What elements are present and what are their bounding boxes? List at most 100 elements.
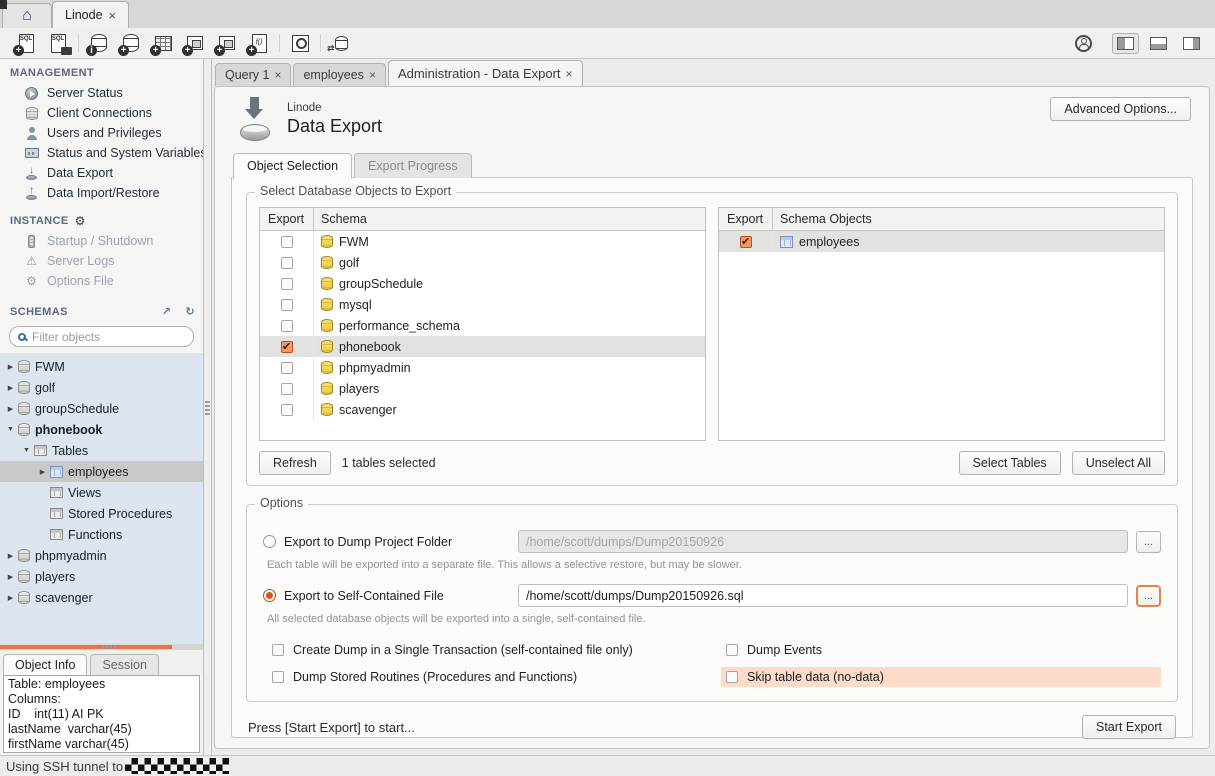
tree-item-golf[interactable]: ▶ golf: [0, 377, 203, 398]
chevron-down-icon[interactable]: ▼: [4, 426, 17, 433]
sidebar-item-client-connections[interactable]: Client Connections: [0, 103, 203, 123]
chevron-right-icon[interactable]: ▶: [4, 573, 17, 581]
advanced-options-button[interactable]: Advanced Options...: [1050, 97, 1191, 121]
table-row[interactable]: performance_schema: [260, 315, 705, 336]
export-checkbox[interactable]: [281, 236, 293, 248]
toggle-left-panel-icon[interactable]: [1112, 33, 1139, 54]
close-icon[interactable]: ×: [369, 68, 376, 82]
tab-administration-data-export[interactable]: Administration - Data Export ×: [388, 60, 583, 86]
sidebar-splitter[interactable]: [0, 644, 203, 650]
tree-item-groupschedule[interactable]: ▶ groupSchedule: [0, 398, 203, 419]
tree-item-phpmyadmin[interactable]: ▶ phpmyadmin: [0, 545, 203, 566]
inspect-database-icon[interactable]: i: [85, 30, 113, 56]
tab-query-1[interactable]: Query 1 ×: [215, 63, 291, 86]
table-row-employees[interactable]: employees: [719, 231, 1164, 252]
tree-item-scavenger[interactable]: ▶ scavenger: [0, 587, 203, 608]
refresh-button[interactable]: Refresh: [259, 451, 331, 475]
expand-panel-icon[interactable]: ↗: [162, 305, 172, 318]
table-row-phonebook[interactable]: phonebook: [260, 336, 705, 357]
filter-objects-input[interactable]: [32, 330, 187, 344]
tab-session[interactable]: Session: [90, 654, 158, 675]
checkbox[interactable]: [726, 644, 738, 656]
chevron-right-icon[interactable]: ▶: [4, 405, 17, 413]
close-icon[interactable]: ×: [109, 8, 117, 23]
sidebar-item-startup-shutdown[interactable]: Startup / Shutdown: [0, 231, 203, 251]
tab-export-progress[interactable]: Export Progress: [354, 153, 472, 178]
skip-table-data-checkbox-row[interactable]: Skip table data (no-data): [721, 667, 1161, 687]
create-function-icon[interactable]: f()+: [245, 30, 273, 56]
dump-stored-routines-checkbox-row[interactable]: Dump Stored Routines (Procedures and Fun…: [267, 667, 707, 687]
create-table-icon[interactable]: +: [149, 30, 177, 56]
tree-item-phonebook[interactable]: ▼ phonebook: [0, 419, 203, 440]
dump-events-checkbox-row[interactable]: Dump Events: [721, 640, 1161, 660]
refresh-schemas-icon[interactable]: ↻: [185, 305, 195, 318]
main-splitter[interactable]: [203, 59, 212, 755]
unselect-all-button[interactable]: Unselect All: [1072, 451, 1165, 475]
export-checkbox[interactable]: [281, 383, 293, 395]
sidebar-item-server-status[interactable]: Server Status: [0, 83, 203, 103]
sidebar-item-data-export[interactable]: ↓ Data Export: [0, 163, 203, 183]
sidebar-item-users-privileges[interactable]: Users and Privileges: [0, 123, 203, 143]
self-contained-path-input[interactable]: [518, 584, 1128, 607]
export-checkbox[interactable]: [740, 236, 752, 248]
chevron-right-icon[interactable]: ▶: [4, 594, 17, 602]
connection-tab-linode[interactable]: Linode ×: [52, 1, 129, 28]
export-checkbox[interactable]: [281, 320, 293, 332]
self-contained-radio[interactable]: [263, 589, 276, 602]
export-checkbox[interactable]: [281, 299, 293, 311]
export-checkbox[interactable]: [281, 257, 293, 269]
splitter-grip[interactable]: [102, 645, 116, 649]
tree-item-tables[interactable]: ▼ Tables: [0, 440, 203, 461]
open-sql-script-icon[interactable]: SQL: [44, 30, 72, 56]
chevron-right-icon[interactable]: ▶: [4, 384, 17, 392]
chevron-right-icon[interactable]: ▶: [4, 363, 17, 371]
create-view-icon[interactable]: +: [181, 30, 209, 56]
table-row[interactable]: golf: [260, 252, 705, 273]
sidebar-item-options-file[interactable]: ⚙ Options File: [0, 271, 203, 291]
sidebar-item-status-variables[interactable]: Status and System Variables: [0, 143, 203, 163]
start-export-button[interactable]: Start Export: [1082, 715, 1176, 739]
sidebar-item-server-logs[interactable]: ⚠ Server Logs: [0, 251, 203, 271]
checkbox[interactable]: [272, 671, 284, 683]
dump-folder-path-input[interactable]: [518, 530, 1128, 553]
tab-object-selection[interactable]: Object Selection: [233, 153, 352, 179]
home-tab[interactable]: ⌂: [2, 3, 52, 28]
select-tables-button[interactable]: Select Tables: [959, 451, 1061, 475]
dump-folder-radio[interactable]: [263, 535, 276, 548]
tab-object-info[interactable]: Object Info: [3, 654, 87, 675]
table-row[interactable]: mysql: [260, 294, 705, 315]
create-schema-icon[interactable]: +: [117, 30, 145, 56]
export-checkbox[interactable]: [281, 278, 293, 290]
new-sql-tab-icon[interactable]: SQL+: [12, 30, 40, 56]
export-checkbox[interactable]: [281, 362, 293, 374]
table-row[interactable]: FWM: [260, 231, 705, 252]
data-transfer-icon[interactable]: ⇄: [327, 30, 355, 56]
create-procedure-icon[interactable]: +: [213, 30, 241, 56]
export-checkbox[interactable]: [281, 341, 293, 353]
close-icon[interactable]: ×: [274, 68, 281, 82]
table-row[interactable]: groupSchedule: [260, 273, 705, 294]
toggle-bottom-panel-icon[interactable]: [1145, 33, 1172, 54]
checkbox[interactable]: [272, 644, 284, 656]
search-table-data-icon[interactable]: [286, 30, 314, 56]
chevron-right-icon[interactable]: ▶: [36, 468, 49, 476]
table-row[interactable]: scavenger: [260, 399, 705, 420]
tree-item-employees[interactable]: ▶ employees: [0, 461, 203, 482]
sidebar-item-data-import[interactable]: ↑ Data Import/Restore: [0, 183, 203, 203]
close-icon[interactable]: ×: [566, 67, 573, 81]
splitter-grip[interactable]: [205, 401, 210, 415]
export-checkbox[interactable]: [281, 404, 293, 416]
table-row[interactable]: players: [260, 378, 705, 399]
self-contained-browse-button[interactable]: ...: [1136, 585, 1161, 607]
tree-item-fwm[interactable]: ▶ FWM: [0, 356, 203, 377]
tree-item-views[interactable]: Views: [0, 482, 203, 503]
tree-item-stored-procedures[interactable]: Stored Procedures: [0, 503, 203, 524]
single-transaction-checkbox-row[interactable]: Create Dump in a Single Transaction (sel…: [267, 640, 707, 660]
notification-icon[interactable]: [1075, 35, 1092, 52]
dump-folder-browse-button[interactable]: ...: [1136, 531, 1161, 553]
tree-item-players[interactable]: ▶ players: [0, 566, 203, 587]
tree-item-functions[interactable]: Functions: [0, 524, 203, 545]
chevron-down-icon[interactable]: ▼: [20, 447, 33, 454]
toggle-right-panel-icon[interactable]: [1178, 33, 1205, 54]
tab-employees[interactable]: employees ×: [293, 63, 385, 86]
